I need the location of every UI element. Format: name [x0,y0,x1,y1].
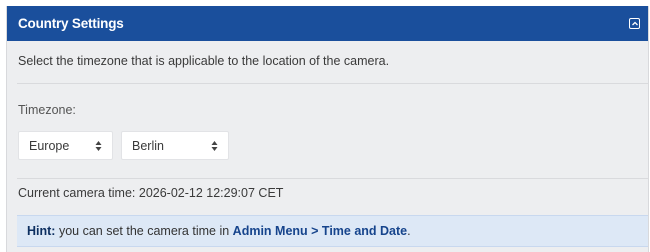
collapse-icon[interactable] [629,18,640,29]
panel-title: Country Settings [18,16,124,31]
divider [17,83,648,84]
country-settings-panel: Country Settings Select the timezone tha… [6,6,649,252]
hint-box: Hint: you can set the camera time in Adm… [17,215,648,247]
timezone-label: Timezone: [18,103,76,117]
hint-label: Hint: [27,224,56,238]
timezone-description: Select the timezone that is applicable t… [18,54,390,68]
region-select-value: Europe [29,138,70,153]
hint-text: you can set the camera time in [58,224,230,238]
admin-menu-time-date-link[interactable]: Admin Menu > Time and Date [233,224,407,238]
timezone-city-select[interactable]: Berlin [121,131,229,160]
city-select-value: Berlin [132,138,164,153]
divider [17,178,648,179]
up-down-arrows-icon [95,141,102,151]
hint-suffix: . [407,224,411,238]
collapse-minus-glyph [631,21,638,25]
up-down-arrows-icon [211,141,218,151]
panel-header: Country Settings [7,6,648,41]
current-camera-time: Current camera time: 2026-02-12 12:29:07… [18,186,284,200]
timezone-region-select[interactable]: Europe [18,131,113,160]
